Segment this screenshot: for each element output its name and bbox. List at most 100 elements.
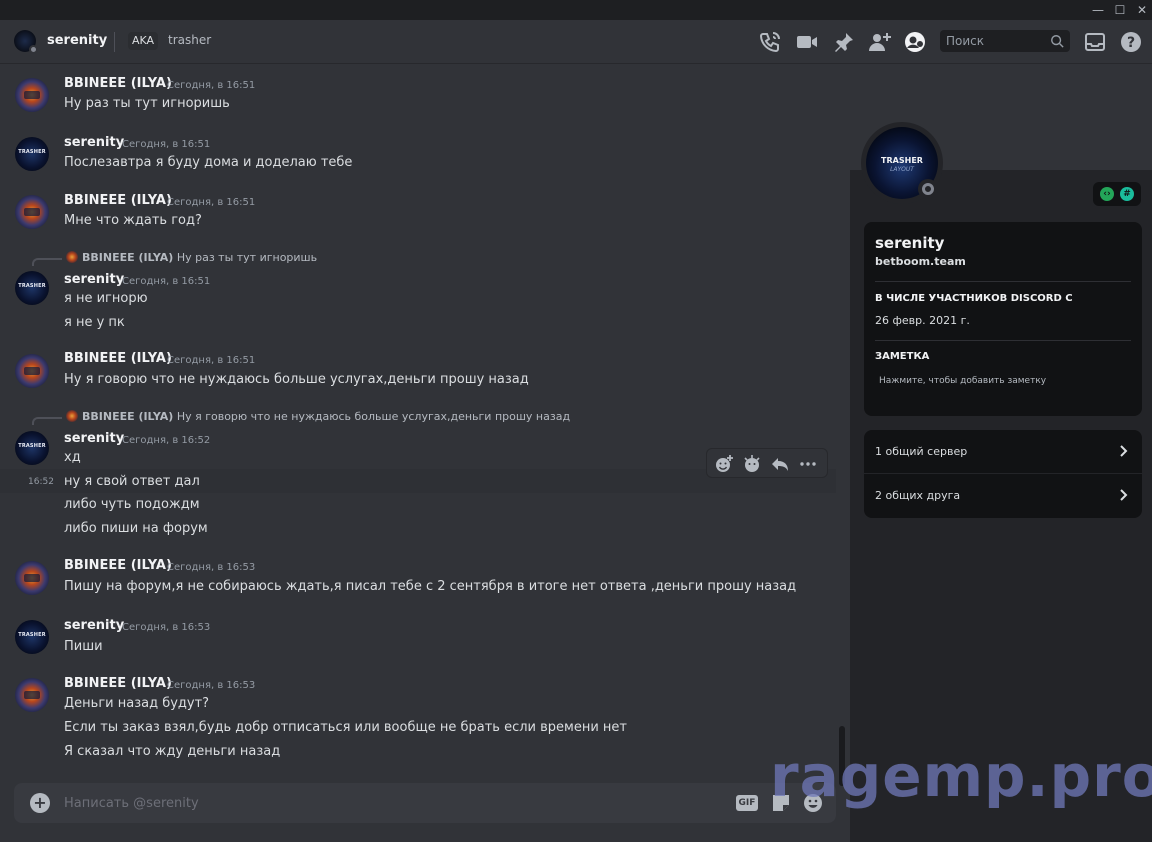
more-options-icon[interactable] (798, 454, 818, 474)
message-composer: + GIF (14, 783, 836, 823)
add-friend-icon[interactable] (868, 30, 892, 54)
message-timestamp: Сегодня, в 16:51 (122, 139, 211, 150)
avatar[interactable] (15, 78, 49, 112)
note-title: ЗАМЕТКА (875, 351, 930, 362)
message-timestamp: Сегодня, в 16:51 (167, 80, 256, 91)
reply-preview[interactable]: BBINEEE (ILYA) Ну я говорю что не нуждаю… (66, 410, 570, 423)
member-since-value: 26 февр. 2021 г. (875, 314, 970, 327)
offline-status-icon (29, 45, 38, 54)
mutual-servers-row[interactable]: 1 общий сервер (864, 430, 1142, 474)
message-timestamp: Сегодня, в 16:51 (167, 197, 256, 208)
message-text: Если ты заказ взял,будь добр отписаться … (64, 720, 627, 735)
offline-status-icon (918, 179, 938, 199)
message-text: Послезавтра я буду дома и доделаю тебе (64, 155, 353, 170)
message-list: BBINEEE (ILYA) Сегодня, в 16:51 Ну раз т… (0, 64, 850, 778)
dm-name[interactable]: serenity (47, 33, 107, 48)
message-text: ну я свой ответ дал (64, 474, 200, 489)
message-author[interactable]: serenity (64, 272, 124, 287)
message-text: хд (64, 450, 81, 465)
reply-text: Ну я говорю что не нуждаюсь больше услуг… (176, 410, 571, 423)
message-input[interactable] (64, 794, 564, 812)
minimize-icon[interactable]: — (1090, 2, 1106, 18)
profile-badges: ‹› # (1093, 182, 1141, 206)
phone-call-icon[interactable] (758, 30, 782, 54)
close-icon[interactable]: ✕ (1134, 2, 1150, 18)
reply-preview[interactable]: BBINEEE (ILYA) Ну раз ты тут игноришь (66, 251, 317, 264)
member-since-title: В ЧИСЛЕ УЧАСТНИКОВ DISCORD С (875, 293, 1073, 304)
avatar[interactable] (15, 137, 49, 171)
mutual-links-card: 1 общий сервер 2 общих друга (864, 430, 1142, 518)
hover-timestamp: 16:52 (28, 477, 54, 487)
profile-avatar-frame: TRASHER LAYOUT (861, 122, 943, 204)
message-timestamp: Сегодня, в 16:53 (167, 562, 256, 573)
mutual-servers-label: 1 общий сервер (875, 445, 968, 458)
reply-text: Ну раз ты тут игноришь (176, 251, 318, 264)
message-author[interactable]: BBINEEE (ILYA) (64, 676, 172, 691)
chevron-right-icon (1120, 445, 1128, 457)
svg-text:?: ? (1127, 35, 1135, 51)
note-input[interactable]: Нажмите, чтобы добавить заметку (879, 376, 1046, 386)
user-profile-icon[interactable] (903, 30, 927, 54)
message-timestamp: Сегодня, в 16:51 (167, 355, 256, 366)
avatar[interactable] (15, 678, 49, 712)
chevron-right-icon (1120, 489, 1128, 501)
message-text: Ну я говорю что не нуждаюсь больше услуг… (64, 372, 529, 387)
message-author[interactable]: BBINEEE (ILYA) (64, 351, 172, 366)
pin-icon[interactable] (832, 30, 856, 54)
search-box[interactable] (940, 30, 1070, 52)
message-text: я не у пк (64, 315, 125, 330)
avatar[interactable] (15, 561, 49, 595)
message-text: либо чуть подождм (64, 497, 200, 512)
message-text: Ну раз ты тут игноришь (64, 96, 230, 111)
message-text: либо пиши на форум (64, 521, 208, 536)
aka-badge: AKA (128, 32, 159, 50)
mutual-friends-row[interactable]: 2 общих друга (864, 474, 1142, 518)
user-profile-panel: TRASHER LAYOUT ‹› # serenity betboom.tea… (850, 64, 1152, 842)
hashtag-badge-icon[interactable]: # (1120, 187, 1134, 201)
reply-spine (32, 258, 62, 266)
avatar[interactable] (15, 271, 49, 305)
message-author[interactable]: serenity (64, 618, 124, 633)
attach-plus-icon[interactable]: + (30, 793, 50, 813)
message-timestamp: Сегодня, в 16:53 (167, 680, 256, 691)
message-author[interactable]: BBINEEE (ILYA) (64, 193, 172, 208)
message-timestamp: Сегодня, в 16:51 (122, 276, 211, 287)
avatar[interactable] (15, 195, 49, 229)
maximize-icon[interactable]: ☐ (1112, 2, 1128, 18)
message-author[interactable]: serenity (64, 431, 124, 446)
message-text: Деньги назад будут? (64, 696, 210, 711)
search-input[interactable] (946, 33, 1046, 49)
active-developer-badge-icon[interactable]: ‹› (1100, 187, 1114, 201)
alias-text: trasher (168, 33, 212, 47)
message-text: Мне что ждать год? (64, 213, 202, 228)
avatar-text: TRASHER (881, 156, 923, 165)
message-text: я не игнорю (64, 291, 148, 306)
video-camera-icon[interactable] (795, 30, 819, 54)
avatar[interactable] (15, 354, 49, 388)
inbox-icon[interactable] (1083, 30, 1107, 54)
reply-avatar (66, 251, 78, 263)
message-author[interactable]: serenity (64, 135, 124, 150)
window-titlebar: — ☐ ✕ (0, 0, 1152, 20)
reply-icon[interactable] (770, 454, 790, 474)
card-divider (875, 281, 1131, 282)
gif-button[interactable]: GIF (736, 795, 758, 811)
avatar[interactable] (15, 431, 49, 465)
message-text: Пиши (64, 639, 103, 654)
search-icon (1051, 35, 1064, 48)
message-author[interactable]: BBINEEE (ILYA) (64, 76, 172, 91)
dm-avatar[interactable] (14, 30, 38, 54)
add-reaction-icon[interactable] (714, 454, 734, 474)
profile-info-card: serenity betboom.team В ЧИСЛЕ УЧАСТНИКОВ… (864, 222, 1142, 416)
avatar[interactable] (15, 620, 49, 654)
avatar-subtext: LAYOUT (890, 166, 914, 173)
message-text: Пишу на форум,я не собираюсь ждать,я пис… (64, 579, 797, 594)
card-divider (875, 340, 1131, 341)
message-scrollbar[interactable] (838, 64, 846, 786)
reply-spine (32, 417, 62, 425)
message-actions-toolbar (706, 448, 828, 478)
super-reaction-icon[interactable] (742, 454, 762, 474)
message-author[interactable]: BBINEEE (ILYA) (64, 558, 172, 573)
help-icon[interactable]: ? (1119, 30, 1143, 54)
profile-username: betboom.team (875, 255, 966, 268)
